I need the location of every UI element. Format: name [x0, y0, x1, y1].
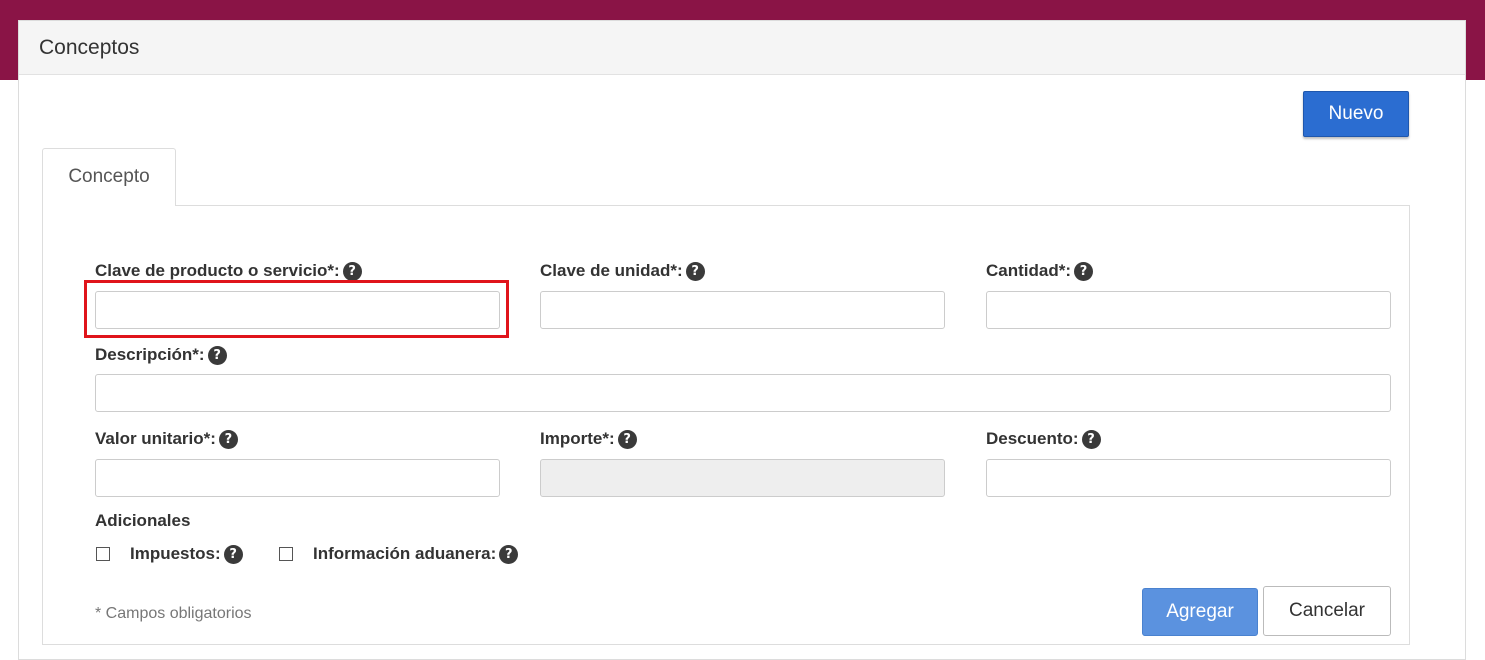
descuento-label: Descuento: ?: [986, 429, 1101, 449]
question-circle-icon[interactable]: ?: [499, 544, 519, 564]
agregar-button[interactable]: Agregar: [1142, 588, 1258, 636]
impuestos-checkbox[interactable]: [96, 547, 110, 561]
question-circle-icon[interactable]: ?: [218, 429, 238, 449]
importe-label: Importe*: ?: [540, 429, 637, 449]
clave-unidad-input[interactable]: [540, 291, 945, 329]
informacion-aduanera-label: Información aduanera: ?: [313, 544, 519, 564]
cantidad-input[interactable]: [986, 291, 1391, 329]
question-circle-icon[interactable]: ?: [1081, 429, 1101, 449]
descripcion-label: Descripción*: ?: [95, 345, 227, 365]
valor-unitario-input[interactable]: [95, 459, 500, 497]
tab-concepto[interactable]: Concepto: [42, 148, 176, 206]
valor-unitario-label: Valor unitario*: ?: [95, 429, 238, 449]
panel-title: Conceptos: [19, 21, 1465, 75]
question-circle-icon[interactable]: ?: [207, 345, 227, 365]
nuevo-button[interactable]: Nuevo: [1303, 91, 1409, 137]
informacion-aduanera-checkbox[interactable]: [279, 547, 293, 561]
importe-input: [540, 459, 945, 497]
cantidad-label: Cantidad*: ?: [986, 261, 1093, 281]
question-circle-icon[interactable]: ?: [685, 261, 705, 281]
clave-unidad-label: Clave de unidad*: ?: [540, 261, 705, 281]
required-fields-note: * Campos obligatorios: [95, 605, 252, 622]
question-circle-icon[interactable]: ?: [1074, 261, 1093, 281]
descripcion-input[interactable]: [95, 374, 1391, 412]
adicionales-label: Adicionales: [95, 511, 191, 530]
clave-producto-input[interactable]: [95, 291, 500, 329]
impuestos-label: Impuestos: ?: [130, 544, 243, 564]
question-circle-icon[interactable]: ?: [223, 544, 243, 564]
question-circle-icon[interactable]: ?: [342, 261, 362, 281]
question-circle-icon[interactable]: ?: [617, 429, 637, 449]
cancelar-button[interactable]: Cancelar: [1263, 586, 1391, 636]
clave-producto-label: Clave de producto o servicio*: ?: [95, 261, 362, 281]
descuento-input[interactable]: [986, 459, 1391, 497]
